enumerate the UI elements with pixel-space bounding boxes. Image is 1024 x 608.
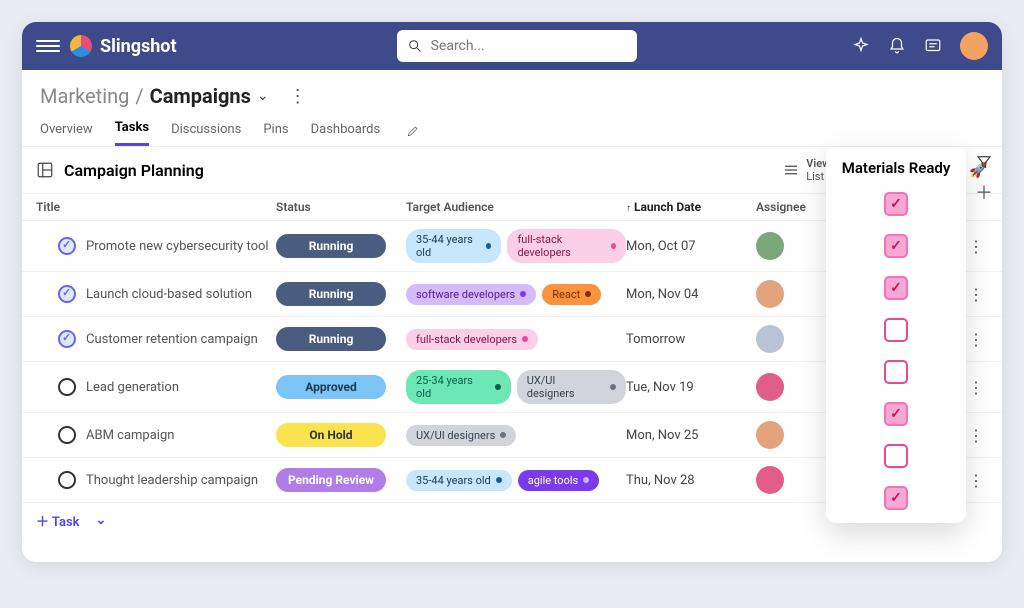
tab-dashboards[interactable]: Dashboards [311, 122, 381, 145]
brand-name: Slingshot [100, 36, 177, 57]
row-more-icon[interactable]: ⋮ [968, 426, 988, 445]
status-badge[interactable]: Running [276, 234, 386, 258]
launch-date: Thu, Nov 28 [626, 473, 756, 488]
topbar: Slingshot [22, 22, 1002, 70]
search-input-wrap[interactable] [397, 30, 637, 62]
crumb-parent[interactable]: Marketing [40, 84, 129, 108]
row-more-icon[interactable]: ⋮ [968, 237, 988, 256]
tab-tasks[interactable]: Tasks [115, 120, 149, 146]
launch-date: Tomorrow [626, 332, 756, 347]
materials-checkbox[interactable] [884, 402, 908, 426]
filter-icon[interactable] [974, 152, 994, 172]
audience-tag[interactable]: full-stack developers [406, 329, 538, 350]
sort-asc-icon: ↑ [626, 203, 631, 214]
status-badge[interactable]: Running [276, 327, 386, 351]
chat-icon[interactable] [924, 37, 942, 55]
row-more-icon[interactable]: ⋮ [968, 330, 988, 349]
task-checkbox[interactable] [58, 378, 76, 396]
audience-tag[interactable]: UX/UI designers [517, 370, 626, 404]
assignee-avatar[interactable] [756, 280, 784, 308]
chevron-down-icon[interactable]: ⌄ [257, 88, 269, 104]
assignee-avatar[interactable] [756, 325, 784, 353]
audience-tag[interactable]: UX/UI designers [406, 425, 516, 446]
pencil-icon[interactable] [402, 124, 420, 142]
tab-pins[interactable]: Pins [263, 122, 288, 145]
list-icon [782, 161, 800, 179]
col-target[interactable]: Target Audience [406, 200, 626, 214]
assignee-avatar[interactable] [756, 466, 784, 494]
col-status[interactable]: Status [276, 200, 406, 214]
status-badge[interactable]: Running [276, 282, 386, 306]
task-title: Lead generation [86, 380, 179, 395]
row-more-icon[interactable]: ⋮ [968, 378, 988, 397]
status-badge[interactable]: Approved [276, 375, 386, 399]
section-icon [36, 161, 54, 179]
launch-date: Mon, Nov 25 [626, 428, 756, 443]
task-title: Promote new cybersecurity tool [86, 239, 269, 254]
task-title: ABM campaign [86, 428, 174, 443]
materials-checkbox[interactable] [884, 360, 908, 384]
materials-checkbox[interactable] [884, 318, 908, 342]
assignee-avatar[interactable] [756, 373, 784, 401]
materials-title: Materials Ready [826, 159, 966, 183]
plus-icon[interactable]: ＋ Task [36, 511, 80, 530]
assignee-avatar[interactable] [756, 421, 784, 449]
row-more-icon[interactable]: ⋮ [968, 285, 988, 304]
bell-icon[interactable] [888, 37, 906, 55]
user-avatar[interactable] [960, 32, 988, 60]
tab-discussions[interactable]: Discussions [171, 122, 241, 145]
audience-tag[interactable]: 35-44 years old [406, 229, 501, 263]
task-checkbox[interactable] [58, 330, 76, 348]
more-icon[interactable]: ⋮ [289, 86, 307, 107]
task-checkbox[interactable] [58, 237, 76, 255]
brand-logo[interactable]: Slingshot [70, 35, 177, 57]
app-window: Slingshot Marketing / Campaigns ⌄ ⋮ Over… [22, 22, 1002, 562]
search-input[interactable] [431, 38, 627, 54]
materials-ready-panel: Materials Ready [826, 147, 966, 523]
ai-sparkle-icon[interactable] [852, 37, 870, 55]
add-column-icon[interactable]: ＋ [974, 182, 994, 202]
tab-overview[interactable]: Overview [40, 122, 93, 145]
menu-icon[interactable] [36, 40, 60, 52]
crumb-separator: / [135, 84, 143, 108]
task-checkbox[interactable] [58, 285, 76, 303]
materials-checkbox[interactable] [884, 486, 908, 510]
breadcrumb: Marketing / Campaigns ⌄ ⋮ [22, 70, 1002, 108]
launch-date: Mon, Oct 07 [626, 239, 756, 254]
materials-checkbox[interactable] [884, 276, 908, 300]
search-icon [407, 37, 423, 55]
audience-tag[interactable]: agile tools [518, 470, 599, 491]
materials-checkbox[interactable] [884, 444, 908, 468]
audience-tag[interactable]: React [542, 284, 601, 305]
col-assignee[interactable]: Assignee [756, 200, 826, 214]
side-toolbar: ＋ [974, 152, 994, 202]
task-checkbox[interactable] [58, 471, 76, 489]
col-title[interactable]: Title [36, 200, 276, 214]
section-title: Campaign Planning [64, 161, 204, 180]
audience-tag[interactable]: 25-34 years old [406, 370, 511, 404]
status-badge[interactable]: Pending Review [276, 468, 386, 492]
launch-date: Tue, Nov 19 [626, 380, 756, 395]
audience-tag[interactable]: software developers [406, 284, 536, 305]
materials-checkbox[interactable] [884, 234, 908, 258]
chevron-down-icon[interactable]: ⌄ [96, 513, 107, 528]
row-more-icon[interactable]: ⋮ [968, 471, 988, 490]
crumb-current[interactable]: Campaigns [150, 84, 251, 108]
task-title: Customer retention campaign [86, 332, 258, 347]
logo-icon [70, 35, 92, 57]
materials-checkbox[interactable] [884, 192, 908, 216]
nav-tabs: Overview Tasks Discussions Pins Dashboards [22, 108, 1002, 147]
col-launch[interactable]: ↑Launch Date [626, 200, 756, 214]
task-title: Launch cloud-based solution [86, 287, 252, 302]
task-checkbox[interactable] [58, 426, 76, 444]
audience-tag[interactable]: full-stack developers [507, 229, 626, 263]
launch-date: Mon, Nov 04 [626, 287, 756, 302]
audience-tag[interactable]: 35-44 years old [406, 470, 512, 491]
task-title: Thought leadership campaign [86, 473, 258, 488]
assignee-avatar[interactable] [756, 232, 784, 260]
status-badge[interactable]: On Hold [276, 423, 386, 447]
